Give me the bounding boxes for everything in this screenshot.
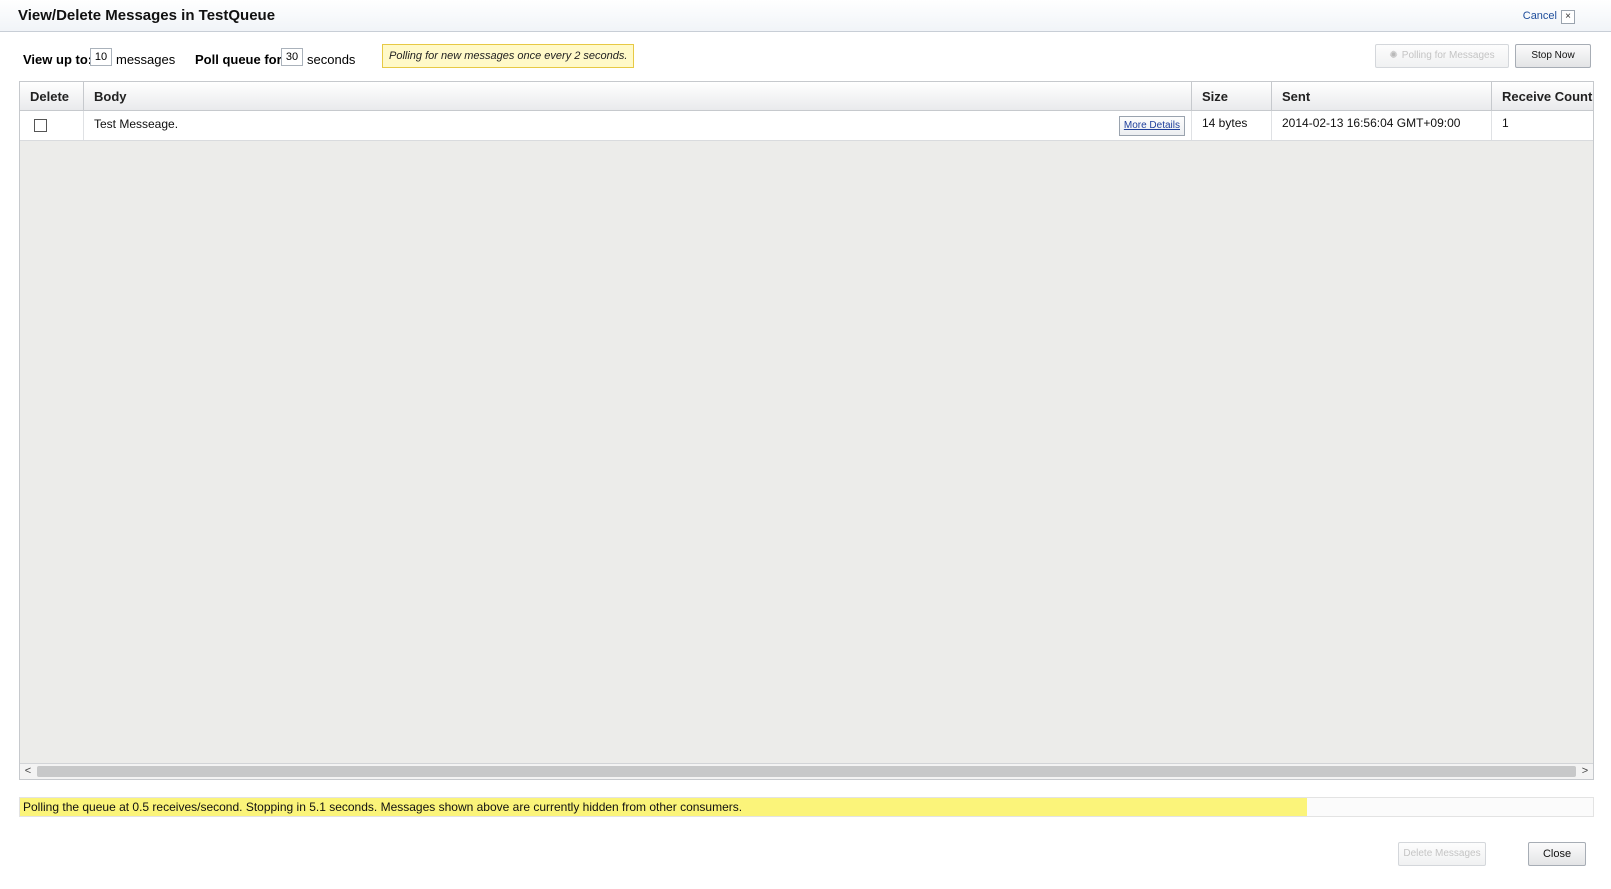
poll-for-label: Poll queue for: [195, 52, 286, 67]
cancel-link[interactable]: Cancel [1523, 10, 1557, 22]
column-header-body[interactable]: Body [84, 82, 1192, 111]
delete-cell [20, 111, 84, 140]
polling-toolbar: View up to: messages Poll queue for: sec… [0, 44, 1611, 70]
scrollbar-thumb[interactable] [37, 766, 1576, 777]
message-receive-count: 1 [1502, 116, 1509, 130]
sent-cell: 2014-02-13 16:56:04 GMT+09:00 [1272, 111, 1492, 140]
seconds-label: seconds [307, 52, 356, 67]
messages-label: messages [116, 52, 176, 67]
poll-for-input[interactable] [281, 48, 303, 66]
table-header: Delete Body Size Sent Receive Count [20, 82, 1593, 111]
close-button[interactable]: Close [1528, 842, 1586, 866]
chevron-right-icon[interactable]: > [1577, 764, 1593, 779]
polling-button-label: Polling for Messages [1401, 50, 1495, 61]
size-cell: 14 bytes [1192, 111, 1272, 140]
view-up-to-label: View up to: [23, 52, 93, 67]
message-body: Test Messeage. [94, 117, 179, 131]
delete-checkbox[interactable] [34, 119, 47, 132]
message-sent: 2014-02-13 16:56:04 GMT+09:00 [1282, 116, 1461, 130]
spinner-icon: ✺ [1389, 50, 1398, 61]
polling-status-bar: Polling the queue at 0.5 receives/second… [19, 797, 1594, 817]
dialog-titlebar: View/Delete Messages in TestQueue Cancel… [0, 0, 1611, 32]
more-details-button[interactable]: More Details [1118, 116, 1185, 136]
horizontal-scrollbar[interactable]: < > [20, 763, 1593, 779]
view-up-to-input[interactable] [90, 48, 112, 66]
close-icon[interactable]: × [1561, 10, 1575, 24]
poll-notice: Polling for new messages once every 2 se… [382, 44, 635, 68]
message-size: 14 bytes [1202, 116, 1248, 130]
receive-count-cell: 1 [1492, 111, 1595, 140]
column-header-size[interactable]: Size [1192, 82, 1272, 111]
column-header-sent[interactable]: Sent [1272, 82, 1492, 111]
delete-messages-button[interactable]: Delete Messages [1398, 842, 1486, 866]
chevron-left-icon[interactable]: < [20, 764, 36, 779]
column-header-delete[interactable]: Delete [20, 82, 84, 111]
column-header-receive-count[interactable]: Receive Count [1492, 82, 1595, 111]
polling-for-messages-button[interactable]: ✺ Polling for Messages [1375, 44, 1509, 68]
dialog-title: View/Delete Messages in TestQueue [18, 7, 276, 24]
table-row: Test Messeage. More Details 14 bytes 201… [20, 111, 1593, 141]
messages-table: Delete Body Size Sent Receive Count Test… [19, 81, 1594, 780]
body-cell: Test Messeage. More Details [84, 111, 1192, 140]
stop-now-button[interactable]: Stop Now [1515, 44, 1591, 68]
polling-status-text: Polling the queue at 0.5 receives/second… [23, 800, 743, 814]
